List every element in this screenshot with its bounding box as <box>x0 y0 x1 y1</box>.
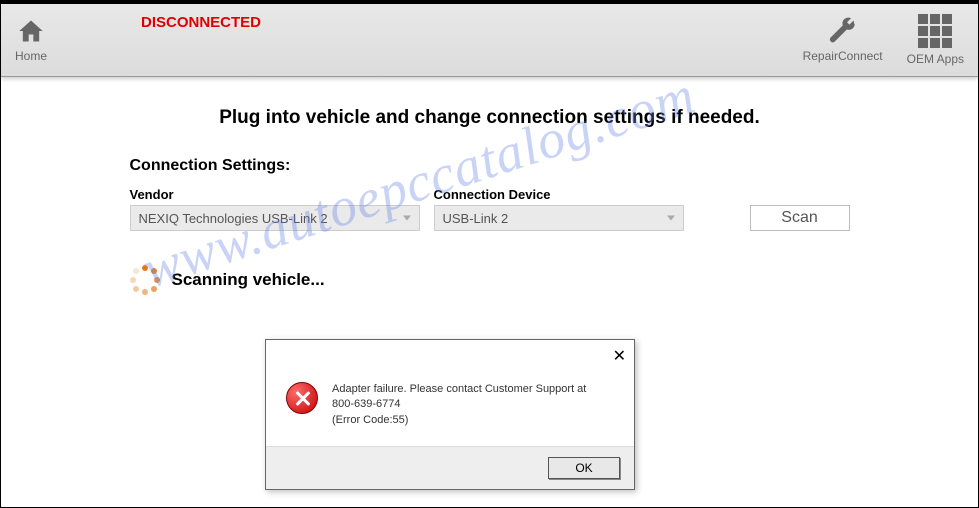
home-icon <box>15 17 47 45</box>
scanning-text: Scanning vehicle... <box>172 270 325 290</box>
repairconnect-label: RepairConnect <box>803 49 883 63</box>
ok-button[interactable]: OK <box>548 457 620 479</box>
spinner-icon <box>130 265 160 295</box>
oem-apps-button[interactable]: OEM Apps <box>907 14 964 66</box>
main-instruction: Plug into vehicle and change connection … <box>1 107 978 129</box>
grid-icon <box>918 14 952 48</box>
device-dropdown[interactable]: USB-Link 2 <box>434 205 684 231</box>
connection-settings: Connection Settings: Vendor NEXIQ Techno… <box>130 157 850 295</box>
vendor-label: Vendor <box>130 187 420 202</box>
app-header: Home DISCONNECTED RepairConnect OEM Apps <box>1 1 978 77</box>
scan-button[interactable]: Scan <box>750 205 850 231</box>
main-content: Plug into vehicle and change connection … <box>1 77 978 295</box>
error-dialog: ✕ Adapter failure. Please contact Custom… <box>265 339 635 490</box>
oem-apps-label: OEM Apps <box>907 52 964 66</box>
vendor-dropdown[interactable]: NEXIQ Technologies USB-Link 2 <box>130 205 420 231</box>
home-label: Home <box>15 49 47 63</box>
close-button[interactable]: ✕ <box>613 346 626 366</box>
error-icon <box>286 382 318 414</box>
device-field-group: Connection Device USB-Link 2 <box>434 187 684 231</box>
wrench-icon <box>827 17 859 45</box>
dialog-message: Adapter failure. Please contact Customer… <box>332 382 586 428</box>
repairconnect-button[interactable]: RepairConnect <box>803 17 883 63</box>
settings-heading: Connection Settings: <box>130 157 850 175</box>
scanning-status: Scanning vehicle... <box>130 265 850 295</box>
connection-status: DISCONNECTED <box>141 14 261 31</box>
device-label: Connection Device <box>434 187 684 202</box>
vendor-field-group: Vendor NEXIQ Technologies USB-Link 2 <box>130 187 420 231</box>
home-button[interactable]: Home <box>15 17 47 63</box>
